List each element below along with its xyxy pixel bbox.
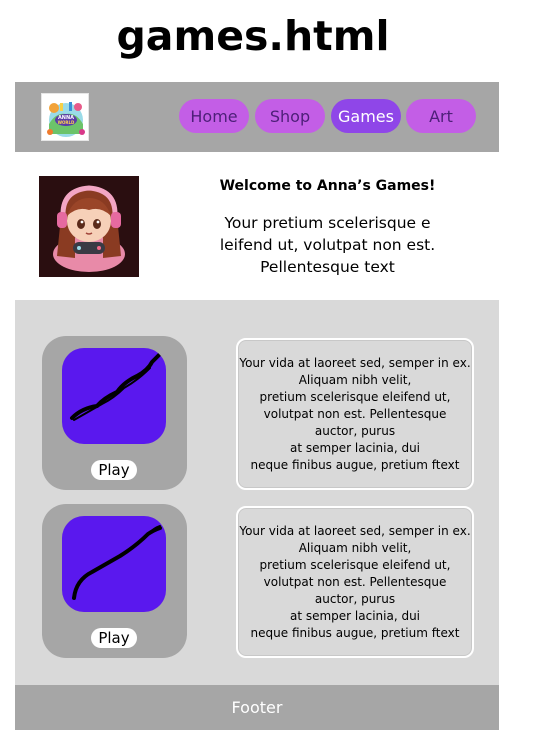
logo-icon: ANNA WORLD [42,94,88,140]
footer-label: Footer [231,698,283,717]
scribble-curve-icon [72,525,162,600]
scribble-line-icon [70,350,164,421]
game-card[interactable]: Play [42,336,187,490]
nav-home-button[interactable]: Home [179,99,249,133]
logo[interactable]: ANNA WORLD [41,93,89,141]
page-frame: ANNA WORLD Home Shop Games Art Welcome t… [15,82,499,730]
gamer-girl-icon [39,176,139,277]
footer: Footer [15,685,499,730]
game-description-box: Your vida at laoreet sed, semper in ex. … [236,506,474,658]
game-description-box: Your vida at laoreet sed, semper in ex. … [236,338,474,490]
avatar [39,176,139,277]
welcome-heading: Welcome to Anna’s Games! [219,178,436,194]
game-thumbnail[interactable] [62,348,166,444]
page-title: games.html [116,12,390,60]
nav-games-button[interactable]: Games [331,99,401,133]
play-button[interactable]: Play [91,628,137,648]
welcome-text: Your pretium scelerisque e leifend ut, v… [219,214,436,276]
play-button[interactable]: Play [91,460,137,480]
welcome-section: Welcome to Anna’s Games! Your pretium sc… [15,152,499,300]
game-thumbnail[interactable] [62,516,166,612]
game-description: Your vida at laoreet sed, semper in ex. … [239,523,471,640]
svg-text:WORLD: WORLD [58,120,75,125]
nav-shop-button[interactable]: Shop [255,99,325,133]
games-section: Play Your vida at laoreet sed, semper in… [15,300,499,685]
game-card[interactable]: Play [42,504,187,658]
nav-art-button[interactable]: Art [406,99,476,133]
game-description: Your vida at laoreet sed, semper in ex. … [239,355,471,472]
header: ANNA WORLD Home Shop Games Art [15,82,499,152]
